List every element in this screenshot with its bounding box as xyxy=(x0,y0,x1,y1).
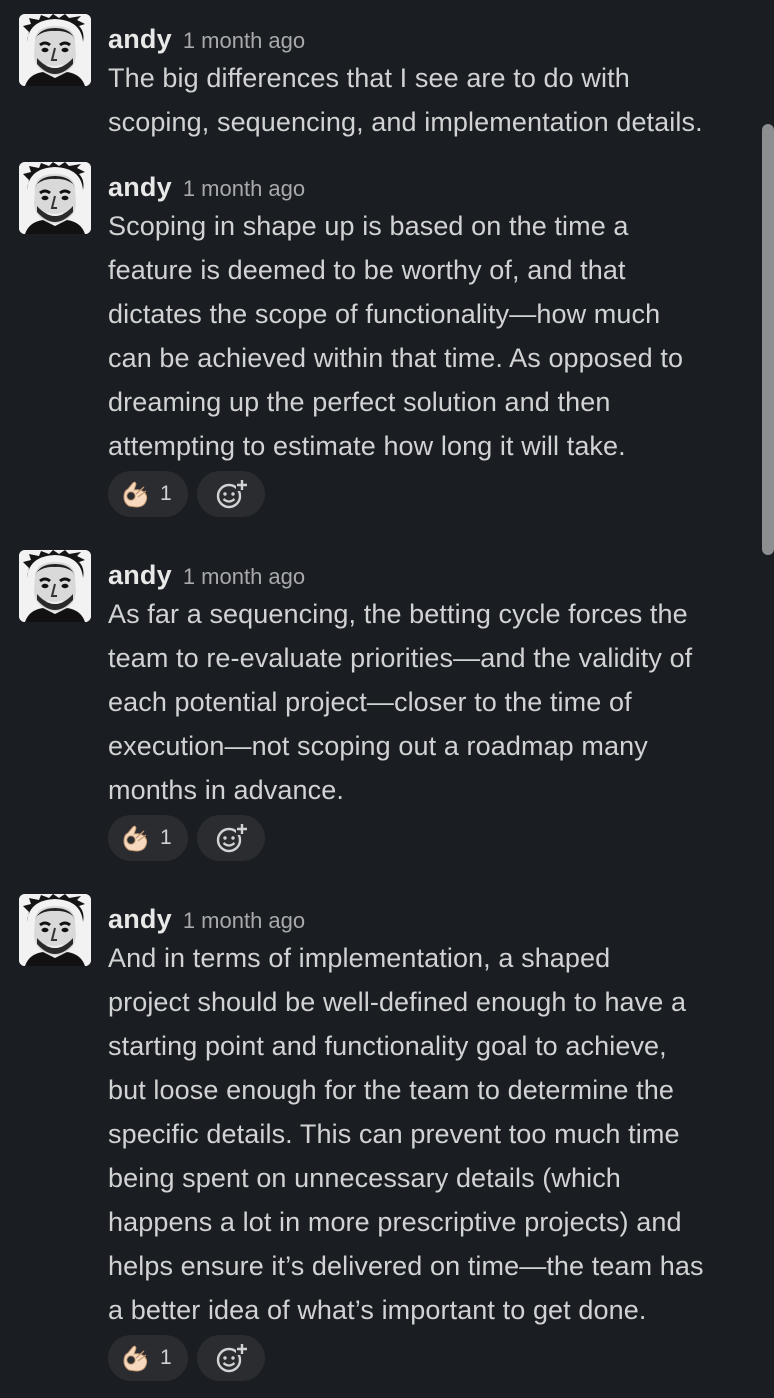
reaction-pill[interactable]: 1 xyxy=(108,815,188,861)
message-text: And in terms of implementation, a shaped… xyxy=(108,943,704,1325)
avatar[interactable] xyxy=(19,162,91,234)
add-reaction-icon xyxy=(216,823,248,853)
message: andy 1 month ago And in terms of implemen… xyxy=(0,894,774,1384)
ok-hand-emoji xyxy=(123,481,148,508)
avatar[interactable] xyxy=(19,894,91,966)
reaction-count: 1 xyxy=(160,1346,172,1369)
message-meta: andy 1 month ago xyxy=(108,24,305,60)
avatar-portrait-image xyxy=(19,550,91,622)
timestamp[interactable]: 1 month ago xyxy=(183,28,305,53)
avatar[interactable] xyxy=(19,550,91,622)
message-meta: andy 1 month ago xyxy=(108,904,305,940)
ok-hand-emoji xyxy=(123,1345,148,1372)
message: andy 1 month ago As far a sequencing, the… xyxy=(0,550,774,866)
timestamp[interactable]: 1 month ago xyxy=(183,564,305,589)
reaction-bar: 1 xyxy=(108,1335,265,1381)
scrollbar-thumb[interactable] xyxy=(762,124,774,555)
message-meta: andy 1 month ago xyxy=(108,172,305,208)
message-text: The big differences that I see are to do… xyxy=(108,63,703,137)
message-thread: andy 1 month ago The big differences that… xyxy=(0,0,774,1398)
avatar[interactable] xyxy=(19,14,91,86)
author-name[interactable]: andy xyxy=(108,904,172,934)
message-text: Scoping in shape up is based on the time… xyxy=(108,211,684,461)
timestamp[interactable]: 1 month ago xyxy=(183,908,305,933)
reaction-pill[interactable]: 1 xyxy=(108,471,188,517)
timestamp[interactable]: 1 month ago xyxy=(183,176,305,201)
add-reaction-button[interactable] xyxy=(197,471,265,517)
reaction-bar: 1 xyxy=(108,815,265,861)
reaction-pill[interactable]: 1 xyxy=(108,1335,188,1381)
ok-hand-emoji xyxy=(123,825,148,852)
message-text: As far a sequencing, the betting cycle f… xyxy=(108,599,693,805)
add-reaction-button[interactable] xyxy=(197,815,265,861)
author-name[interactable]: andy xyxy=(108,172,172,202)
reaction-count: 1 xyxy=(160,482,172,505)
add-reaction-icon xyxy=(216,479,248,509)
reaction-bar: 1 xyxy=(108,471,265,517)
message-meta: andy 1 month ago xyxy=(108,560,305,596)
author-name[interactable]: andy xyxy=(108,560,172,590)
author-name[interactable]: andy xyxy=(108,24,172,54)
avatar-portrait-image xyxy=(19,894,91,966)
message: andy 1 month ago Scoping in shape up is b… xyxy=(0,162,774,522)
avatar-portrait-image xyxy=(19,162,91,234)
message: andy 1 month ago The big differences that… xyxy=(0,14,774,137)
add-reaction-icon xyxy=(216,1343,248,1373)
reaction-count: 1 xyxy=(160,826,172,849)
avatar-portrait-image xyxy=(19,14,91,86)
add-reaction-button[interactable] xyxy=(197,1335,265,1381)
